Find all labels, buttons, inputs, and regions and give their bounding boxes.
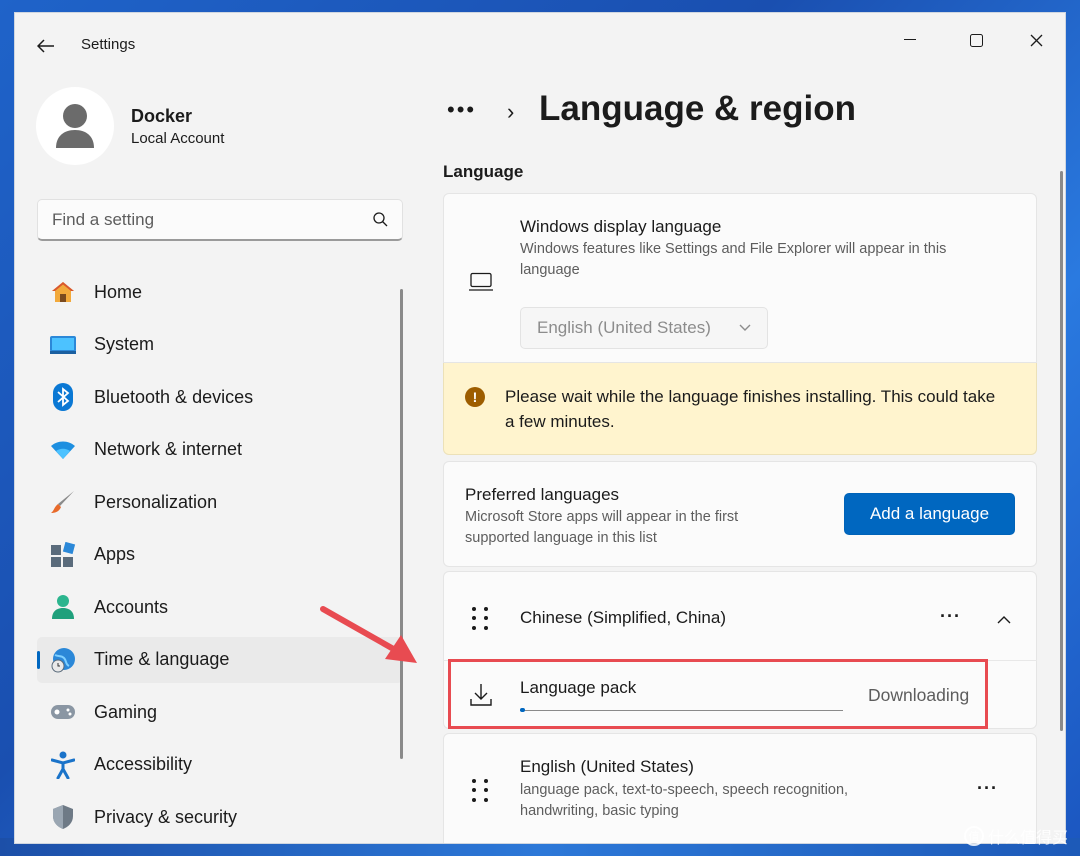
- profile-account-type: Local Account: [131, 130, 225, 147]
- minimize-icon: [904, 39, 916, 40]
- watermark-logo-icon: 值: [963, 826, 984, 846]
- breadcrumb-more-button[interactable]: •••: [447, 97, 476, 123]
- settings-window: Settings Docker Local Account Home: [14, 12, 1066, 844]
- globe-clock-icon: [49, 646, 77, 674]
- section-heading: Language: [443, 162, 524, 181]
- wifi-icon: [49, 436, 77, 464]
- maximize-icon: [969, 33, 983, 47]
- sidebar-item-privacy[interactable]: Privacy & security: [37, 794, 403, 840]
- warning-text: Please wait while the language finishes …: [505, 387, 996, 431]
- watermark-text: 什么值得买: [987, 830, 1068, 847]
- close-icon: [1030, 34, 1042, 46]
- add-language-button[interactable]: Add a language: [844, 493, 1015, 535]
- sidebar-scrollbar[interactable]: [400, 289, 403, 759]
- sidebar-item-label: Bluetooth & devices: [94, 386, 254, 407]
- display-language-dropdown[interactable]: English (United States): [520, 307, 768, 349]
- breadcrumb-chevron-icon: ›: [507, 99, 515, 124]
- sidebar-item-label: Network & internet: [94, 439, 243, 459]
- brush-icon: [49, 488, 77, 516]
- more-options-button[interactable]: ···: [940, 606, 961, 627]
- accessibility-icon: [49, 751, 77, 779]
- sidebar-item-label: Privacy & security: [94, 806, 238, 827]
- page-title: Language & region: [539, 89, 856, 128]
- sidebar-item-network[interactable]: Network & internet: [37, 427, 403, 473]
- avatar[interactable]: [36, 87, 114, 165]
- collapse-button[interactable]: [997, 611, 1011, 629]
- apps-icon: [49, 541, 77, 569]
- sidebar-item-gaming[interactable]: Gaming: [37, 689, 403, 735]
- sidebar-item-personalization[interactable]: Personalization: [37, 479, 403, 525]
- language-features: language pack, text-to-speech, speech re…: [520, 782, 849, 819]
- more-options-button[interactable]: ···: [977, 778, 998, 799]
- sidebar-item-label: Home: [94, 281, 143, 302]
- close-button[interactable]: [1013, 21, 1059, 59]
- install-warning-bar: ! Please wait while the language finishe…: [443, 363, 1037, 455]
- profile-name: Docker: [131, 106, 193, 126]
- sidebar-item-system[interactable]: System: [37, 322, 403, 368]
- chevron-down-icon: [739, 324, 751, 331]
- display-language-title: Windows display language: [520, 217, 722, 236]
- drag-handle-icon[interactable]: [472, 607, 490, 631]
- sidebar-item-label: Time & language: [94, 649, 230, 669]
- sidebar-item-label: Gaming: [94, 701, 158, 722]
- search-input[interactable]: [52, 209, 373, 230]
- home-icon: [49, 278, 77, 306]
- annotation-arrow-icon: [320, 606, 417, 663]
- sidebar-item-home[interactable]: Home: [37, 269, 403, 315]
- gamepad-icon: [49, 698, 77, 726]
- display-language-description: Windows features like Settings and File …: [520, 241, 947, 278]
- bluetooth-icon: [49, 383, 77, 411]
- system-icon: [49, 331, 77, 359]
- sidebar-nav: Home System Bluetooth & devices Network …: [37, 269, 403, 843]
- sidebar-item-label: System: [94, 334, 155, 354]
- search-box[interactable]: [37, 199, 403, 241]
- sidebar-item-accessibility[interactable]: Accessibility: [37, 742, 403, 788]
- preferred-languages-title: Preferred languages: [465, 485, 620, 504]
- user-avatar-icon: [56, 104, 94, 148]
- sidebar-item-apps[interactable]: Apps: [37, 532, 403, 578]
- annotation-highlight-box: [448, 659, 988, 729]
- app-title: Settings: [81, 36, 136, 53]
- back-button[interactable]: [31, 33, 61, 59]
- dropdown-value: English (United States): [537, 318, 711, 337]
- sidebar-item-label: Accounts: [94, 596, 169, 617]
- minimize-button[interactable]: [887, 21, 933, 59]
- shield-icon: [49, 803, 77, 831]
- person-icon: [49, 593, 77, 621]
- sidebar-item-label: Personalization: [94, 491, 218, 512]
- main-scrollbar[interactable]: [1060, 171, 1063, 731]
- title-bar: Settings: [15, 13, 1065, 77]
- sidebar-item-label: Accessibility: [94, 754, 193, 774]
- preferred-languages-description: Microsoft Store apps will appear in the …: [465, 509, 739, 546]
- watermark: 值 什么值得买: [963, 824, 1068, 848]
- sidebar-item-bluetooth[interactable]: Bluetooth & devices: [37, 374, 403, 420]
- sidebar-item-label: Apps: [94, 544, 136, 564]
- chevron-up-icon: [997, 616, 1011, 624]
- warning-icon: !: [465, 387, 485, 407]
- drag-handle-icon[interactable]: [472, 779, 490, 803]
- maximize-button[interactable]: [953, 21, 999, 59]
- laptop-icon: [468, 272, 494, 297]
- language-name: Chinese (Simplified, China): [520, 608, 726, 627]
- search-icon: [373, 212, 388, 227]
- language-name: English (United States): [520, 757, 694, 776]
- back-arrow-icon: [37, 39, 54, 53]
